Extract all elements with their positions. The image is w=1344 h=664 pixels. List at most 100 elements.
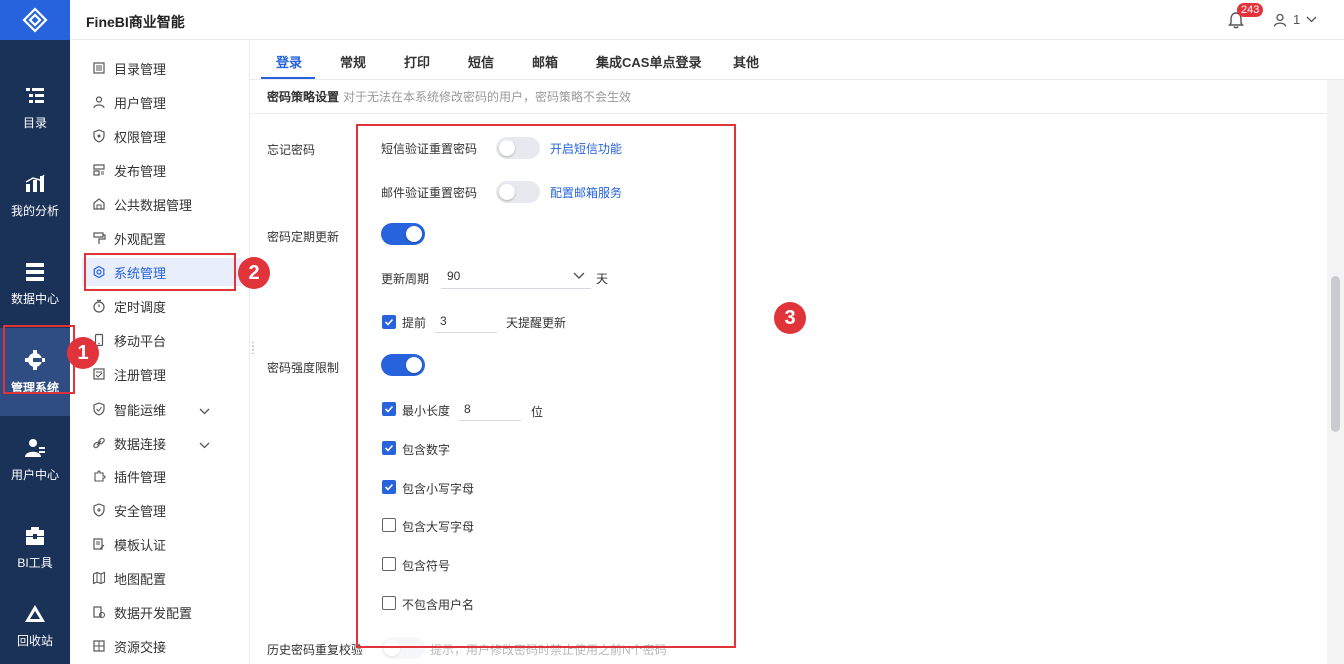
tab-print[interactable]: 打印: [404, 52, 430, 71]
submenu-item-label: 定时调度: [114, 299, 167, 315]
plugin-icon: [92, 469, 106, 483]
user-name: 1: [1293, 12, 1301, 27]
tab-login[interactable]: 登录: [276, 52, 302, 71]
user-menu[interactable]: 1: [1273, 12, 1317, 27]
submenu-item-label: 智能运维: [114, 402, 167, 418]
ops-icon: [92, 402, 106, 416]
submenu-item-label: 外观配置: [114, 231, 167, 247]
submenu-item-label: 注册管理: [114, 367, 167, 383]
logo-icon: [22, 7, 48, 33]
submenu-item-label: 模板认证: [114, 537, 167, 553]
submenu-item-label: 地图配置: [114, 571, 167, 587]
leftnav-label: 目录: [22, 115, 47, 130]
highlight-box-settings: [356, 124, 736, 648]
user-icon: [92, 95, 106, 109]
submenu-item[interactable]: 权限管理: [82, 122, 242, 150]
logo[interactable]: [0, 0, 70, 40]
marker-1: 1: [67, 337, 99, 369]
security-icon: [92, 503, 106, 517]
chevron-down-icon[interactable]: [199, 437, 210, 452]
map-icon: [92, 571, 106, 585]
template-icon: [92, 537, 106, 551]
catalog-icon: [26, 87, 44, 103]
submenu-item[interactable]: 智能运维: [82, 395, 242, 423]
dev-config-icon: [92, 605, 106, 619]
strength-label: 密码强度限制: [267, 361, 340, 375]
divider: [251, 113, 1327, 114]
submenu-item[interactable]: 插件管理: [82, 462, 242, 490]
submenu-item-label: 安全管理: [114, 503, 167, 519]
leftnav-label: 用户中心: [10, 467, 59, 482]
leftnav-item-recycle[interactable]: 回收站: [0, 582, 70, 664]
submenu-item[interactable]: 外观配置: [82, 224, 242, 252]
submenu-item-label: 资源交接: [114, 639, 167, 655]
tab-sms[interactable]: 短信: [468, 52, 494, 71]
section-hint: 对于无法在本系统修改密码的用户，密码策略不会生效: [343, 90, 632, 104]
public-data-icon: [92, 197, 106, 211]
history-check-label: 历史密码重复校验: [267, 643, 364, 657]
content-scrollbar[interactable]: [1327, 80, 1344, 664]
section-title: 密码策略设置: [267, 90, 340, 104]
leftnav-label: 数据中心: [10, 291, 59, 306]
submenu-item-label: 数据开发配置: [114, 605, 193, 621]
register-icon: [92, 367, 106, 381]
periodic-update-label: 密码定期更新: [267, 230, 340, 244]
tab-cas-sso[interactable]: 集成CAS单点登录: [596, 52, 701, 71]
submenu-item-label: 数据连接: [114, 436, 167, 452]
publish-icon: [92, 163, 106, 177]
handover-icon: [92, 639, 106, 653]
submenu-item[interactable]: 用户管理: [82, 88, 242, 116]
leftnav-item-bi-tools[interactable]: BI工具: [0, 504, 70, 592]
submenu-item-label: 用户管理: [114, 95, 167, 111]
top-bar: FineBI商业智能: [70, 0, 1344, 40]
highlight-box-system-manage: [84, 253, 236, 291]
scrollbar-thumb[interactable]: [1331, 276, 1340, 432]
tab-general[interactable]: 常规: [340, 52, 366, 71]
resize-handle[interactable]: ⋮ ⋮: [248, 342, 258, 356]
leftnav-item-catalog[interactable]: 目录: [0, 64, 70, 152]
leftnav-label: 我的分析: [10, 203, 59, 218]
user-center-icon: [25, 438, 45, 457]
notification-badge: 243: [1237, 3, 1264, 17]
submenu-item[interactable]: 公共数据管理: [82, 190, 242, 218]
app-title: FineBI商业智能: [86, 14, 185, 30]
submenu-item[interactable]: 资源交接: [82, 632, 242, 660]
leftnav-label: BI工具: [17, 555, 53, 570]
list-icon: [92, 61, 106, 75]
chevron-down-icon: [1306, 16, 1317, 23]
active-tab-indicator: [261, 77, 315, 79]
tab-other[interactable]: 其他: [733, 52, 759, 71]
marker-3: 3: [774, 302, 806, 334]
marker-2: 2: [238, 257, 270, 289]
forgot-password-label: 忘记密码: [267, 143, 316, 157]
submenu-item[interactable]: 定时调度: [82, 292, 242, 320]
shield-icon: [92, 129, 106, 143]
submenu-item-label: 插件管理: [114, 469, 167, 485]
leftnav-item-user-center[interactable]: 用户中心: [0, 416, 70, 504]
submenu-item[interactable]: 数据连接: [82, 429, 242, 457]
chevron-down-icon[interactable]: [199, 403, 210, 418]
submenu-item[interactable]: 地图配置: [82, 564, 242, 592]
leftnav-item-analysis[interactable]: 我的分析: [0, 152, 70, 240]
submenu-item[interactable]: 注册管理: [82, 360, 242, 388]
submenu-item[interactable]: 数据开发配置: [82, 598, 242, 626]
submenu-item[interactable]: 安全管理: [82, 496, 242, 524]
submenu-item[interactable]: 目录管理: [82, 54, 242, 82]
section-header: 密码策略设置 对于无法在本系统修改密码的用户，密码策略不会生效: [267, 88, 631, 105]
submenu-item-label: 公共数据管理: [114, 197, 193, 213]
toolbox-icon: [26, 526, 44, 545]
submenu-item[interactable]: 模板认证: [82, 530, 242, 558]
brush-icon: [92, 231, 106, 245]
leftnav-label: 回收站: [16, 633, 53, 648]
analysis-icon: [25, 174, 45, 192]
submenu-item-label: 目录管理: [114, 61, 167, 77]
timer-icon: [92, 299, 106, 313]
user-icon: [1273, 13, 1287, 27]
submenu-item-label: 权限管理: [114, 129, 167, 145]
highlight-box-admin: [3, 325, 75, 394]
submenu-item[interactable]: 移动平台: [82, 326, 242, 354]
tab-email[interactable]: 邮箱: [532, 52, 558, 71]
leftnav-item-data-center[interactable]: 数据中心: [0, 240, 70, 328]
data-center-icon: [26, 262, 44, 281]
submenu-item[interactable]: 发布管理: [82, 156, 242, 184]
